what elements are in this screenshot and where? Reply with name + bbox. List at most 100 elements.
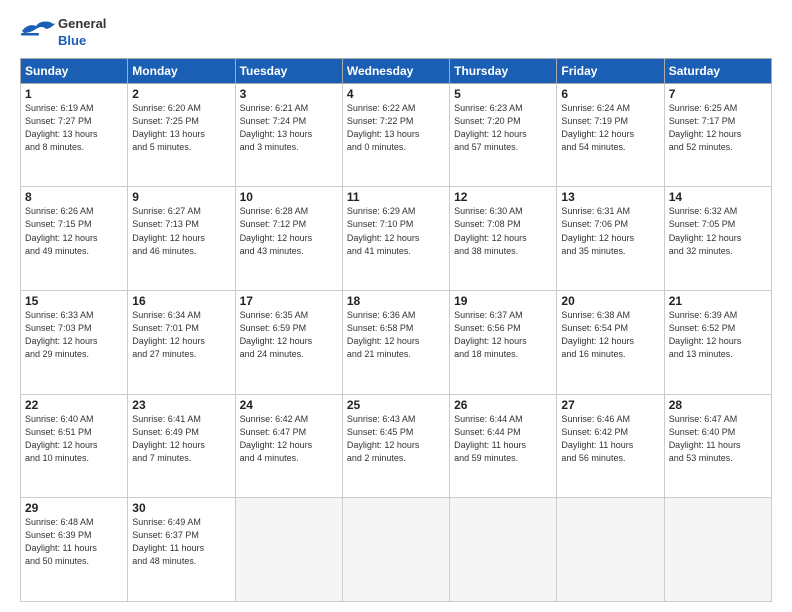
days-of-week-row: SundayMondayTuesdayWednesdayThursdayFrid… bbox=[21, 58, 772, 83]
day-info: Sunrise: 6:46 AM Sunset: 6:42 PM Dayligh… bbox=[561, 413, 659, 465]
day-info: Sunrise: 6:36 AM Sunset: 6:58 PM Dayligh… bbox=[347, 309, 445, 361]
day-number: 15 bbox=[25, 294, 123, 308]
calendar-cell: 28Sunrise: 6:47 AM Sunset: 6:40 PM Dayli… bbox=[664, 394, 771, 498]
calendar: SundayMondayTuesdayWednesdayThursdayFrid… bbox=[20, 58, 772, 602]
day-info: Sunrise: 6:30 AM Sunset: 7:08 PM Dayligh… bbox=[454, 205, 552, 257]
day-info: Sunrise: 6:32 AM Sunset: 7:05 PM Dayligh… bbox=[669, 205, 767, 257]
day-number: 22 bbox=[25, 398, 123, 412]
week-row: 8Sunrise: 6:26 AM Sunset: 7:15 PM Daylig… bbox=[21, 187, 772, 291]
day-info: Sunrise: 6:21 AM Sunset: 7:24 PM Dayligh… bbox=[240, 102, 338, 154]
day-of-week-tuesday: Tuesday bbox=[235, 58, 342, 83]
day-info: Sunrise: 6:27 AM Sunset: 7:13 PM Dayligh… bbox=[132, 205, 230, 257]
day-number: 24 bbox=[240, 398, 338, 412]
calendar-cell: 13Sunrise: 6:31 AM Sunset: 7:06 PM Dayli… bbox=[557, 187, 664, 291]
day-of-week-friday: Friday bbox=[557, 58, 664, 83]
day-number: 30 bbox=[132, 501, 230, 515]
week-row: 15Sunrise: 6:33 AM Sunset: 7:03 PM Dayli… bbox=[21, 291, 772, 395]
calendar-cell: 5Sunrise: 6:23 AM Sunset: 7:20 PM Daylig… bbox=[450, 83, 557, 187]
day-number: 4 bbox=[347, 87, 445, 101]
calendar-cell: 9Sunrise: 6:27 AM Sunset: 7:13 PM Daylig… bbox=[128, 187, 235, 291]
day-number: 28 bbox=[669, 398, 767, 412]
day-number: 2 bbox=[132, 87, 230, 101]
day-info: Sunrise: 6:20 AM Sunset: 7:25 PM Dayligh… bbox=[132, 102, 230, 154]
day-info: Sunrise: 6:31 AM Sunset: 7:06 PM Dayligh… bbox=[561, 205, 659, 257]
day-of-week-wednesday: Wednesday bbox=[342, 58, 449, 83]
calendar-cell: 20Sunrise: 6:38 AM Sunset: 6:54 PM Dayli… bbox=[557, 291, 664, 395]
day-info: Sunrise: 6:41 AM Sunset: 6:49 PM Dayligh… bbox=[132, 413, 230, 465]
day-info: Sunrise: 6:47 AM Sunset: 6:40 PM Dayligh… bbox=[669, 413, 767, 465]
day-info: Sunrise: 6:44 AM Sunset: 6:44 PM Dayligh… bbox=[454, 413, 552, 465]
day-info: Sunrise: 6:25 AM Sunset: 7:17 PM Dayligh… bbox=[669, 102, 767, 154]
day-info: Sunrise: 6:40 AM Sunset: 6:51 PM Dayligh… bbox=[25, 413, 123, 465]
calendar-cell: 2Sunrise: 6:20 AM Sunset: 7:25 PM Daylig… bbox=[128, 83, 235, 187]
calendar-cell: 24Sunrise: 6:42 AM Sunset: 6:47 PM Dayli… bbox=[235, 394, 342, 498]
calendar-cell: 1Sunrise: 6:19 AM Sunset: 7:27 PM Daylig… bbox=[21, 83, 128, 187]
day-number: 25 bbox=[347, 398, 445, 412]
day-info: Sunrise: 6:49 AM Sunset: 6:37 PM Dayligh… bbox=[132, 516, 230, 568]
calendar-cell: 19Sunrise: 6:37 AM Sunset: 6:56 PM Dayli… bbox=[450, 291, 557, 395]
day-number: 5 bbox=[454, 87, 552, 101]
logo-blue-text: Blue bbox=[58, 33, 106, 50]
logo: General Blue bbox=[20, 16, 106, 50]
calendar-cell: 23Sunrise: 6:41 AM Sunset: 6:49 PM Dayli… bbox=[128, 394, 235, 498]
day-info: Sunrise: 6:29 AM Sunset: 7:10 PM Dayligh… bbox=[347, 205, 445, 257]
week-row: 22Sunrise: 6:40 AM Sunset: 6:51 PM Dayli… bbox=[21, 394, 772, 498]
day-info: Sunrise: 6:33 AM Sunset: 7:03 PM Dayligh… bbox=[25, 309, 123, 361]
day-info: Sunrise: 6:22 AM Sunset: 7:22 PM Dayligh… bbox=[347, 102, 445, 154]
day-info: Sunrise: 6:42 AM Sunset: 6:47 PM Dayligh… bbox=[240, 413, 338, 465]
day-info: Sunrise: 6:26 AM Sunset: 7:15 PM Dayligh… bbox=[25, 205, 123, 257]
day-info: Sunrise: 6:24 AM Sunset: 7:19 PM Dayligh… bbox=[561, 102, 659, 154]
day-number: 1 bbox=[25, 87, 123, 101]
calendar-cell bbox=[557, 498, 664, 602]
day-number: 9 bbox=[132, 190, 230, 204]
day-info: Sunrise: 6:28 AM Sunset: 7:12 PM Dayligh… bbox=[240, 205, 338, 257]
day-of-week-thursday: Thursday bbox=[450, 58, 557, 83]
day-info: Sunrise: 6:39 AM Sunset: 6:52 PM Dayligh… bbox=[669, 309, 767, 361]
day-number: 16 bbox=[132, 294, 230, 308]
calendar-cell: 16Sunrise: 6:34 AM Sunset: 7:01 PM Dayli… bbox=[128, 291, 235, 395]
calendar-cell bbox=[450, 498, 557, 602]
generalblue-logo-icon bbox=[20, 17, 56, 49]
calendar-cell: 29Sunrise: 6:48 AM Sunset: 6:39 PM Dayli… bbox=[21, 498, 128, 602]
day-of-week-saturday: Saturday bbox=[664, 58, 771, 83]
calendar-cell: 14Sunrise: 6:32 AM Sunset: 7:05 PM Dayli… bbox=[664, 187, 771, 291]
day-number: 21 bbox=[669, 294, 767, 308]
day-number: 20 bbox=[561, 294, 659, 308]
day-info: Sunrise: 6:23 AM Sunset: 7:20 PM Dayligh… bbox=[454, 102, 552, 154]
calendar-cell: 8Sunrise: 6:26 AM Sunset: 7:15 PM Daylig… bbox=[21, 187, 128, 291]
day-info: Sunrise: 6:48 AM Sunset: 6:39 PM Dayligh… bbox=[25, 516, 123, 568]
calendar-cell bbox=[235, 498, 342, 602]
day-info: Sunrise: 6:34 AM Sunset: 7:01 PM Dayligh… bbox=[132, 309, 230, 361]
day-number: 23 bbox=[132, 398, 230, 412]
week-row: 1Sunrise: 6:19 AM Sunset: 7:27 PM Daylig… bbox=[21, 83, 772, 187]
day-number: 8 bbox=[25, 190, 123, 204]
calendar-cell: 3Sunrise: 6:21 AM Sunset: 7:24 PM Daylig… bbox=[235, 83, 342, 187]
calendar-cell: 18Sunrise: 6:36 AM Sunset: 6:58 PM Dayli… bbox=[342, 291, 449, 395]
calendar-body: 1Sunrise: 6:19 AM Sunset: 7:27 PM Daylig… bbox=[21, 83, 772, 601]
day-of-week-sunday: Sunday bbox=[21, 58, 128, 83]
calendar-cell: 17Sunrise: 6:35 AM Sunset: 6:59 PM Dayli… bbox=[235, 291, 342, 395]
header: General Blue bbox=[20, 16, 772, 50]
calendar-cell bbox=[664, 498, 771, 602]
day-number: 11 bbox=[347, 190, 445, 204]
calendar-cell: 11Sunrise: 6:29 AM Sunset: 7:10 PM Dayli… bbox=[342, 187, 449, 291]
calendar-cell: 10Sunrise: 6:28 AM Sunset: 7:12 PM Dayli… bbox=[235, 187, 342, 291]
day-number: 18 bbox=[347, 294, 445, 308]
day-number: 12 bbox=[454, 190, 552, 204]
calendar-cell bbox=[342, 498, 449, 602]
day-info: Sunrise: 6:19 AM Sunset: 7:27 PM Dayligh… bbox=[25, 102, 123, 154]
day-number: 17 bbox=[240, 294, 338, 308]
calendar-cell: 21Sunrise: 6:39 AM Sunset: 6:52 PM Dayli… bbox=[664, 291, 771, 395]
calendar-cell: 6Sunrise: 6:24 AM Sunset: 7:19 PM Daylig… bbox=[557, 83, 664, 187]
calendar-cell: 15Sunrise: 6:33 AM Sunset: 7:03 PM Dayli… bbox=[21, 291, 128, 395]
day-info: Sunrise: 6:37 AM Sunset: 6:56 PM Dayligh… bbox=[454, 309, 552, 361]
day-info: Sunrise: 6:38 AM Sunset: 6:54 PM Dayligh… bbox=[561, 309, 659, 361]
day-of-week-monday: Monday bbox=[128, 58, 235, 83]
day-number: 10 bbox=[240, 190, 338, 204]
day-info: Sunrise: 6:43 AM Sunset: 6:45 PM Dayligh… bbox=[347, 413, 445, 465]
calendar-cell: 7Sunrise: 6:25 AM Sunset: 7:17 PM Daylig… bbox=[664, 83, 771, 187]
calendar-cell: 30Sunrise: 6:49 AM Sunset: 6:37 PM Dayli… bbox=[128, 498, 235, 602]
day-number: 7 bbox=[669, 87, 767, 101]
calendar-cell: 26Sunrise: 6:44 AM Sunset: 6:44 PM Dayli… bbox=[450, 394, 557, 498]
day-number: 6 bbox=[561, 87, 659, 101]
